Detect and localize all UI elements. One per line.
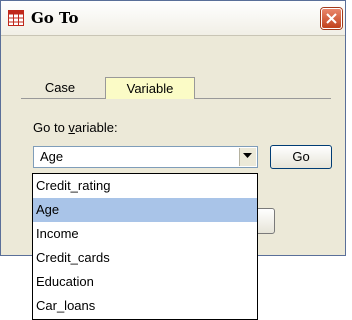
grid-table-icon — [8, 10, 24, 26]
close-icon — [326, 13, 337, 24]
variable-dropdown-list[interactable]: Credit_rating Age Income Credit_cards Ed… — [32, 173, 258, 320]
goto-variable-label: Go to variable: — [33, 120, 118, 135]
title-bar[interactable]: Go To — [1, 1, 345, 36]
list-item[interactable]: Credit_rating — [33, 174, 257, 198]
window-title: Go To — [31, 9, 79, 27]
list-item-selected[interactable]: Age — [33, 198, 257, 222]
list-item[interactable]: Car_loans — [33, 294, 257, 318]
go-button[interactable]: Go — [270, 145, 332, 169]
combobox-value: Age — [40, 149, 64, 164]
list-item[interactable]: Credit_cards — [33, 246, 257, 270]
list-item[interactable]: Education — [33, 270, 257, 294]
tab-case[interactable]: Case — [25, 77, 95, 99]
variable-combobox[interactable]: Age — [33, 146, 258, 168]
close-button[interactable] — [321, 8, 342, 29]
list-item[interactable]: Income — [33, 222, 257, 246]
tab-variable[interactable]: Variable — [105, 77, 195, 99]
chevron-down-icon — [243, 153, 252, 158]
combobox-dropdown-button[interactable] — [239, 148, 256, 166]
